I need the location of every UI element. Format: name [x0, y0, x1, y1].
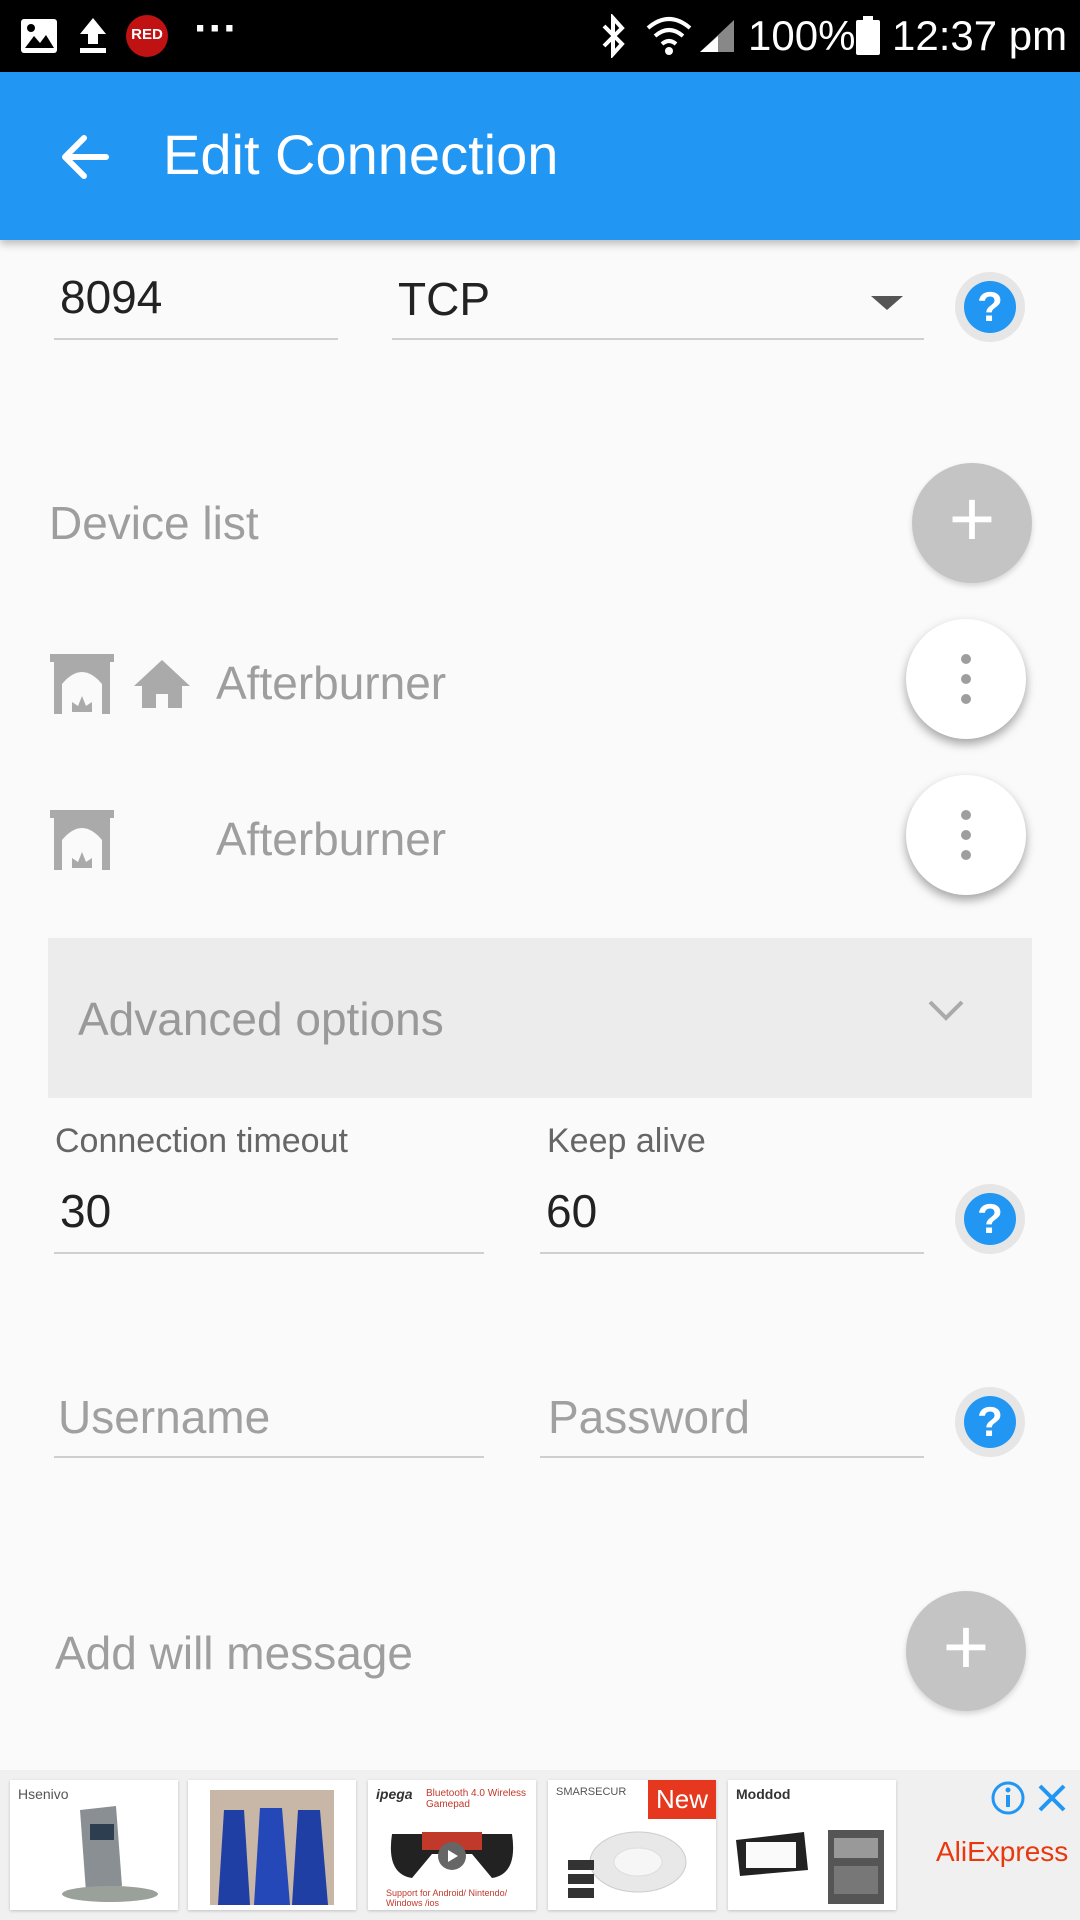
port-underline: [54, 338, 338, 340]
dropdown-arrow-icon: [871, 296, 903, 310]
connection-timeout-field[interactable]: 30: [54, 1184, 484, 1256]
image-icon: [21, 19, 57, 53]
ad-card[interactable]: ipega Bluetooth 4.0 Wireless Gamepad Sup…: [368, 1780, 536, 1910]
password-underline: [540, 1456, 924, 1458]
plus-icon: +: [942, 1602, 990, 1691]
ad-provider-logo: AliExpress: [936, 1836, 1069, 1867]
ad-brand: ipega: [376, 1786, 413, 1802]
add-device-button[interactable]: +: [912, 463, 1032, 583]
device-row[interactable]: Afterburner: [48, 622, 928, 742]
ad-card[interactable]: Moddod: [728, 1780, 896, 1910]
plus-icon: +: [948, 474, 996, 563]
network-protocol-select[interactable]: TCP: [392, 270, 924, 342]
smoke-detector-image: [568, 1831, 687, 1898]
battery-level: 100%: [748, 12, 856, 59]
dress-image: [210, 1790, 334, 1905]
username-placeholder: Username: [58, 1391, 271, 1443]
fireplace-icon: [50, 810, 114, 870]
ad-banner[interactable]: Hsenivo ipega Bluetooth 4.0 Wireless Gam…: [0, 1770, 1080, 1920]
keep-alive-label: Keep alive: [547, 1122, 706, 1160]
connection-timeout-label: Connection timeout: [55, 1122, 348, 1160]
ad-brand: Moddod: [736, 1786, 791, 1802]
phone-image: [62, 1806, 158, 1902]
keep-alive-help-button[interactable]: ?: [955, 1184, 1025, 1254]
signal-icon: [700, 20, 734, 52]
help-icon: ?: [964, 281, 1016, 333]
device-list-title: Device list: [49, 497, 259, 549]
bluetooth-icon: [602, 14, 625, 58]
page-title: Edit Connection: [163, 123, 559, 186]
device-menu-button[interactable]: [906, 619, 1026, 739]
home-icon: [134, 660, 190, 708]
more-vert-icon: [961, 654, 971, 704]
ad-card[interactable]: SMARSECUR New: [548, 1780, 716, 1910]
keep-alive-underline: [540, 1252, 924, 1254]
more-vert-icon: [961, 810, 971, 860]
new-badge: New: [647, 1780, 716, 1819]
help-icon: ?: [964, 1193, 1016, 1245]
password-input[interactable]: Password: [540, 1388, 924, 1460]
advanced-options-header[interactable]: Advanced options: [48, 938, 1032, 1098]
red-app-icon: RED: [126, 15, 168, 57]
app-bar: Edit Connection: [0, 72, 1080, 240]
password-placeholder: Password: [548, 1391, 750, 1443]
ad-brand: SMARSECUR: [556, 1786, 627, 1798]
status-bar: RED ··· 100% 12:37 pm: [0, 0, 1080, 72]
ad-brand: Hsenivo: [18, 1786, 69, 1802]
username-input[interactable]: Username: [54, 1388, 484, 1460]
network-protocol-value: TCP: [398, 273, 490, 325]
ad-close-icon[interactable]: [1036, 1782, 1068, 1814]
gamepad-image: [390, 1832, 514, 1878]
device-menu-button[interactable]: [906, 775, 1026, 895]
upload-icon: [80, 18, 106, 53]
port-number-value: 8094: [60, 271, 163, 323]
help-icon: ?: [964, 1396, 1016, 1448]
add-will-message-label: Add will message: [55, 1627, 413, 1679]
clock: 12:37 pm: [892, 12, 1068, 59]
device-name: Afterburner: [216, 657, 447, 709]
fireplace-icon: [50, 654, 114, 714]
port-number-field[interactable]: 8094: [54, 270, 338, 342]
credentials-help-button[interactable]: ?: [955, 1387, 1025, 1457]
protocol-underline: [392, 338, 924, 340]
protocol-help-button[interactable]: ?: [955, 272, 1025, 342]
advanced-options-title: Advanced options: [78, 993, 444, 1045]
arrow-left-icon[interactable]: [58, 130, 112, 184]
battery-icon: [856, 16, 880, 55]
device-row[interactable]: Afterburner: [48, 776, 928, 896]
username-underline: [54, 1456, 484, 1458]
add-will-message-button[interactable]: +: [906, 1591, 1026, 1711]
ad-card[interactable]: [188, 1780, 356, 1910]
connection-timeout-value: 30: [60, 1185, 112, 1237]
timeout-underline: [54, 1252, 484, 1254]
ad-subtext: Support for Android/ Nintendo/ Windows /…: [386, 1888, 508, 1908]
ad-text: Bluetooth 4.0 Wireless Gamepad: [426, 1788, 527, 1810]
keep-alive-field[interactable]: 60: [540, 1184, 924, 1256]
wifi-icon: [646, 17, 692, 55]
car-stereo-image: [736, 1830, 884, 1904]
ad-card[interactable]: Hsenivo: [10, 1780, 178, 1910]
chevron-down-icon: [928, 1000, 964, 1021]
device-name: Afterburner: [216, 813, 447, 865]
ad-info-icon[interactable]: [990, 1780, 1026, 1816]
keep-alive-value: 60: [546, 1185, 598, 1237]
more-dots-icon: ···: [194, 4, 238, 53]
